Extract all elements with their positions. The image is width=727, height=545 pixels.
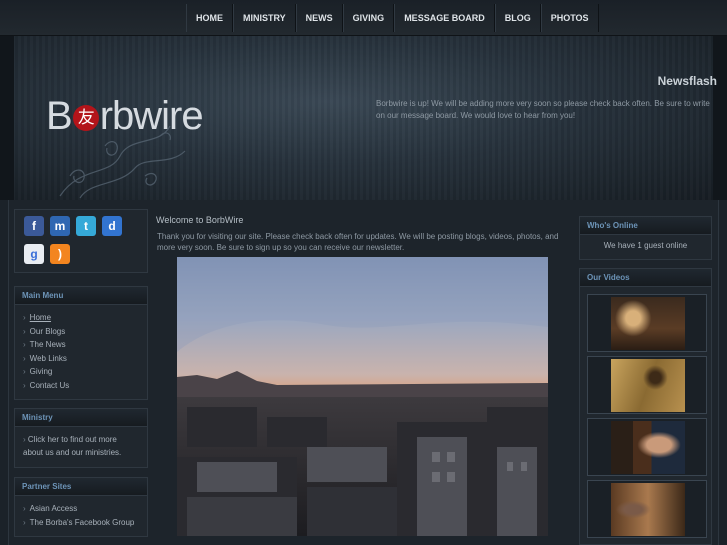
nav-message-board[interactable]: MESSAGE BOARD [394, 4, 495, 32]
online-count-text: We have 1 guest online [603, 241, 688, 250]
top-navigation: HOME MINISTRY NEWS GIVING MESSAGE BOARD … [0, 0, 727, 36]
twitter-icon[interactable]: t [76, 216, 96, 236]
our-videos-title: Our Videos [580, 269, 711, 287]
video-thumbnail[interactable] [587, 356, 707, 414]
welcome-heading: Welcome to BorbWire [156, 215, 244, 225]
city-sunset-photo [177, 257, 548, 536]
partner-item-asian-access[interactable]: Asian Access [23, 502, 147, 516]
welcome-text: Thank you for visiting our site. Please … [157, 232, 559, 252]
logo-kanji-badge: 友 [72, 105, 99, 131]
video-thumbnail[interactable] [587, 480, 707, 538]
menu-item-the-news[interactable]: The News [23, 338, 147, 352]
partner-sites-box: Partner Sites Asian Access The Borba's F… [14, 477, 148, 537]
main-menu-title: Main Menu [15, 287, 147, 305]
facebook-icon[interactable]: f [24, 216, 44, 236]
ministry-title: Ministry [15, 409, 147, 427]
newsflash-title: Newsflash [657, 74, 717, 88]
site-logo[interactable]: B 友 rbwire [46, 94, 204, 139]
site-header: B 友 rbwire Newsflash Borbwire is up! We wi… [0, 36, 727, 200]
menu-item-giving[interactable]: Giving [23, 365, 147, 379]
social-icons-box: f m t d g ) [14, 209, 148, 273]
nav-blog[interactable]: BLOG [494, 4, 541, 32]
rss-icon[interactable]: ) [50, 244, 70, 264]
nav-home[interactable]: HOME [186, 4, 233, 32]
menu-item-our-blogs[interactable]: Our Blogs [23, 325, 147, 339]
nav-news[interactable]: NEWS [295, 4, 343, 32]
menu-item-home[interactable]: Home [23, 311, 147, 325]
menu-item-web-links[interactable]: Web Links [23, 352, 147, 366]
whos-online-box: Who's Online We have 1 guest online [579, 216, 712, 260]
partner-item-facebook-group[interactable]: The Borba's Facebook Group [23, 516, 147, 530]
delicious-icon[interactable]: d [102, 216, 122, 236]
main-menu-box: Main Menu Home Our Blogs The News Web Li… [14, 286, 148, 400]
ministry-box: Ministry › Click her to find out more ab… [14, 408, 148, 468]
video-thumbnail[interactable] [587, 294, 707, 352]
nav-photos[interactable]: PHOTOS [540, 4, 599, 32]
video-thumbnail[interactable] [587, 418, 707, 476]
nav-giving[interactable]: GIVING [342, 4, 395, 32]
nav-ministry[interactable]: MINISTRY [233, 4, 296, 32]
ministry-link[interactable]: › Click her to find out more about us an… [15, 427, 147, 465]
myspace-icon[interactable]: m [50, 216, 70, 236]
whos-online-title: Who's Online [580, 217, 711, 235]
menu-item-contact-us[interactable]: Contact Us [23, 379, 147, 393]
google-icon[interactable]: g [24, 244, 44, 264]
newsflash-text: Borbwire is up! We will be adding more v… [376, 99, 710, 120]
partner-sites-title: Partner Sites [15, 478, 147, 496]
